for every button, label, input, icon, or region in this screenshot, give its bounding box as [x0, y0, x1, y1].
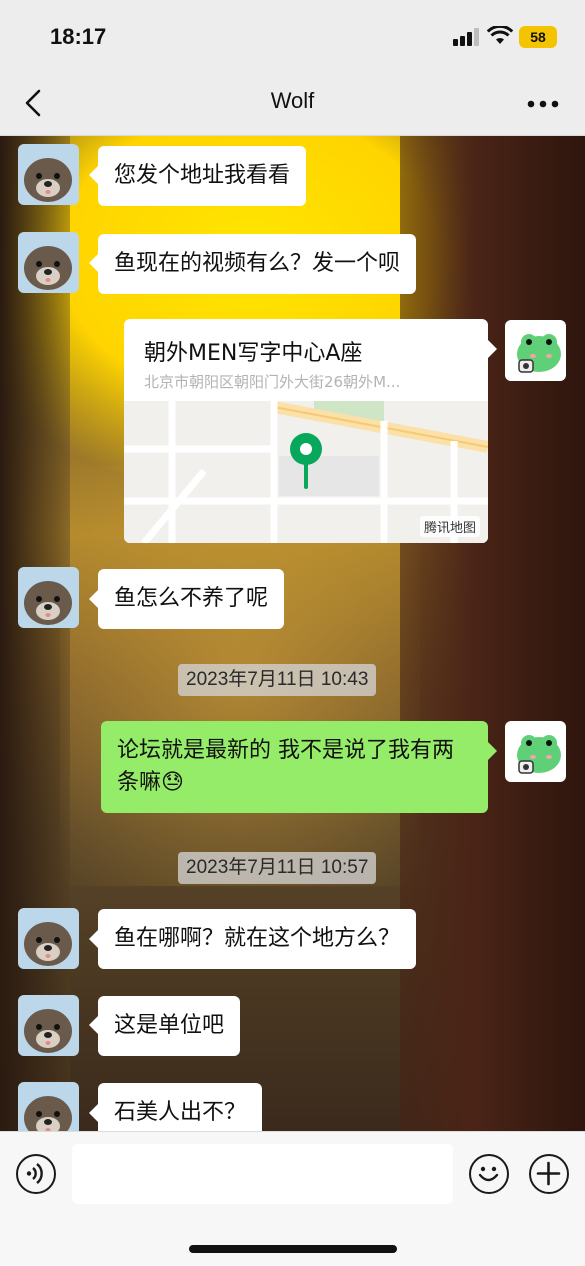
background-rock-right	[400, 136, 585, 1131]
chat-title: Wolf	[270, 88, 315, 113]
input-bar	[0, 1131, 585, 1266]
location-address: 北京市朝阳区朝阳门外大街26朝外M...	[144, 373, 401, 391]
timestamp: 2023年7月11日 10:43	[178, 664, 377, 696]
plus-icon[interactable]	[529, 1154, 569, 1194]
voice-icon[interactable]	[16, 1154, 56, 1194]
chat-area[interactable]: 您发个地址我看看 鱼现在的视频有么？发一个呗 朝外MEN写字中心A座 北京市朝阳…	[0, 136, 585, 1131]
my-avatar[interactable]	[505, 320, 566, 381]
top-bar: 18:17 58 Wolf	[0, 0, 585, 136]
message-bubble[interactable]: 鱼在哪啊？就在这个地方么？	[98, 909, 417, 969]
message-text: 石美人出不？	[114, 1100, 247, 1125]
my-avatar[interactable]	[505, 721, 566, 782]
map-credit: 腾讯地图	[419, 516, 480, 537]
status-time: 18:17	[50, 24, 107, 49]
message-bubble[interactable]: 论坛就是最新的 我不是说了我有两条嘛😓	[101, 721, 488, 813]
contact-avatar[interactable]	[18, 144, 79, 205]
message-text: 您发个地址我看看	[114, 163, 291, 188]
message-input[interactable]	[72, 1144, 453, 1204]
location-name: 朝外MEN写字中心A座	[144, 341, 363, 366]
message-bubble[interactable]: 鱼怎么不养了呢	[98, 569, 285, 629]
message-text: 鱼在哪啊？就在这个地方么？	[114, 926, 401, 951]
location-card[interactable]: 朝外MEN写字中心A座 北京市朝阳区朝阳门外大街26朝外M... 腾讯地图	[124, 319, 488, 543]
wifi-icon	[487, 26, 513, 44]
message-bubble[interactable]: 鱼现在的视频有么？发一个呗	[98, 234, 417, 294]
signal-icon	[453, 28, 479, 46]
contact-avatar[interactable]	[18, 1082, 79, 1131]
emoji: 😓	[161, 770, 184, 795]
contact-avatar[interactable]	[18, 908, 79, 969]
contact-avatar[interactable]	[18, 995, 79, 1056]
contact-avatar[interactable]	[18, 232, 79, 293]
message-text: 鱼怎么不养了呢	[114, 586, 269, 611]
location-map[interactable]: 腾讯地图	[124, 401, 488, 543]
emoji-icon[interactable]	[469, 1154, 509, 1194]
more-icon[interactable]	[527, 100, 559, 108]
message-text: 鱼现在的视频有么？发一个呗	[114, 251, 401, 276]
message-bubble[interactable]: 这是单位吧	[98, 996, 241, 1056]
battery-indicator: 58	[519, 26, 557, 48]
message-bubble[interactable]: 您发个地址我看看	[98, 146, 307, 206]
timestamp: 2023年7月11日 10:57	[178, 852, 377, 884]
message-text: 这是单位吧	[114, 1013, 225, 1038]
message-bubble[interactable]: 石美人出不？	[98, 1083, 263, 1131]
home-indicator[interactable]	[189, 1245, 397, 1253]
map-pin-icon	[290, 433, 322, 489]
contact-avatar[interactable]	[18, 567, 79, 628]
